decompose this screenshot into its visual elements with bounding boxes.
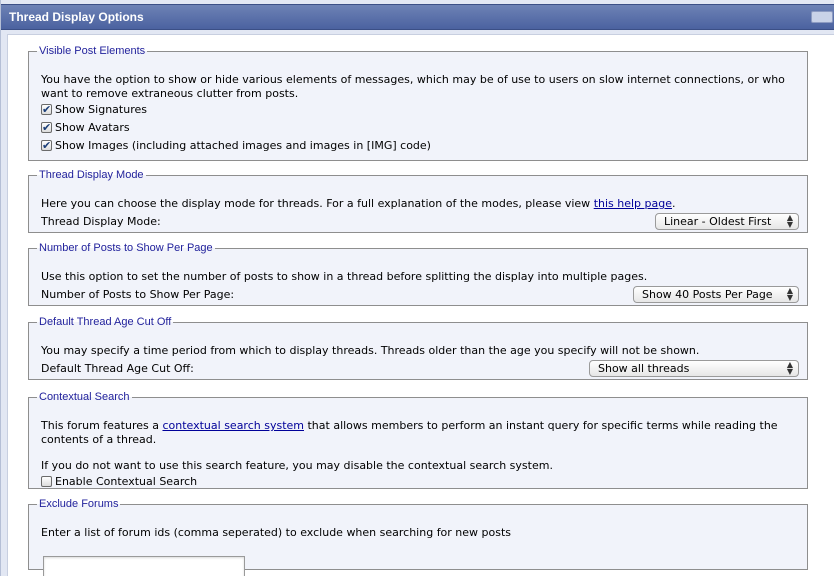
legend-visible-post-elements: Visible Post Elements [39, 45, 146, 57]
option-show-avatars[interactable]: Show Avatars [41, 119, 799, 137]
legend-thread-age-cutoff: Default Thread Age Cut Off [39, 316, 172, 328]
thread-age-cutoff-select[interactable]: Show all threads ▲ ▼ [589, 360, 799, 377]
options-panel: Thread Display Options Visible Post Elem… [0, 0, 834, 576]
panel-title: Thread Display Options [9, 10, 144, 24]
legend-exclude-forums: Exclude Forums [39, 498, 119, 510]
show-images-label: Show Images (including attached images a… [55, 139, 431, 152]
fieldset-posts-per-page: Number of Posts to Show Per Page Use thi… [28, 242, 808, 306]
thread-age-cutoff-description: You may specify a time period from which… [41, 344, 700, 357]
show-signatures-label: Show Signatures [55, 103, 147, 116]
thread-display-mode-description: Here you can choose the display mode for… [41, 197, 676, 210]
visible-post-elements-description: You have the option to show or hide vari… [41, 73, 785, 100]
exclude-forums-input[interactable] [43, 556, 245, 576]
legend-contextual-search: Contextual Search [39, 391, 130, 403]
fieldset-exclude-forums: Exclude Forums Enter a list of forum ids… [28, 498, 808, 576]
select-arrows-icon: ▲ ▼ [786, 360, 793, 376]
show-avatars-checkbox[interactable] [41, 119, 52, 137]
show-avatars-label: Show Avatars [55, 121, 130, 134]
option-enable-contextual-search[interactable]: Enable Contextual Search [41, 473, 799, 491]
help-page-link[interactable]: this help page [594, 197, 672, 210]
fieldset-thread-age-cutoff: Default Thread Age Cut Off You may speci… [28, 316, 808, 380]
thread-age-cutoff-label: Default Thread Age Cut Off: [41, 362, 194, 375]
legend-posts-per-page: Number of Posts to Show Per Page [39, 242, 213, 254]
posts-per-page-select[interactable]: Show 40 Posts Per Page ▲ ▼ [633, 286, 799, 303]
option-show-signatures[interactable]: Show Signatures [41, 101, 799, 119]
enable-contextual-search-label: Enable Contextual Search [55, 475, 198, 488]
panel-content: Visible Post Elements You have the optio… [7, 34, 834, 576]
fieldset-contextual-search: Contextual Search This forum features a … [28, 391, 808, 489]
fieldset-visible-post-elements: Visible Post Elements You have the optio… [28, 45, 808, 161]
thread-display-mode-select[interactable]: Linear - Oldest First ▲ ▼ [655, 213, 799, 230]
thread-display-mode-label: Thread Display Mode: [41, 215, 161, 228]
select-arrows-icon: ▲ ▼ [786, 286, 793, 302]
contextual-search-description-2: If you do not want to use this search fe… [41, 459, 553, 472]
show-images-checkbox[interactable] [41, 137, 52, 155]
panel-header: Thread Display Options [1, 4, 834, 30]
exclude-forums-description: Enter a list of forum ids (comma seperat… [41, 526, 512, 539]
enable-contextual-search-checkbox[interactable] [41, 476, 52, 487]
option-show-images[interactable]: Show Images (including attached images a… [41, 137, 799, 155]
posts-per-page-description: Use this option to set the number of pos… [41, 270, 648, 283]
contextual-search-link[interactable]: contextual search system [162, 419, 304, 432]
show-signatures-checkbox[interactable] [41, 101, 52, 119]
posts-per-page-label: Number of Posts to Show Per Page: [41, 288, 235, 301]
collapse-button[interactable] [811, 11, 833, 23]
select-arrows-icon: ▲ ▼ [786, 213, 793, 229]
contextual-search-description: This forum features a contextual search … [41, 419, 778, 446]
fieldset-thread-display-mode: Thread Display Mode Here you can choose … [28, 169, 808, 233]
legend-thread-display-mode: Thread Display Mode [39, 169, 144, 181]
